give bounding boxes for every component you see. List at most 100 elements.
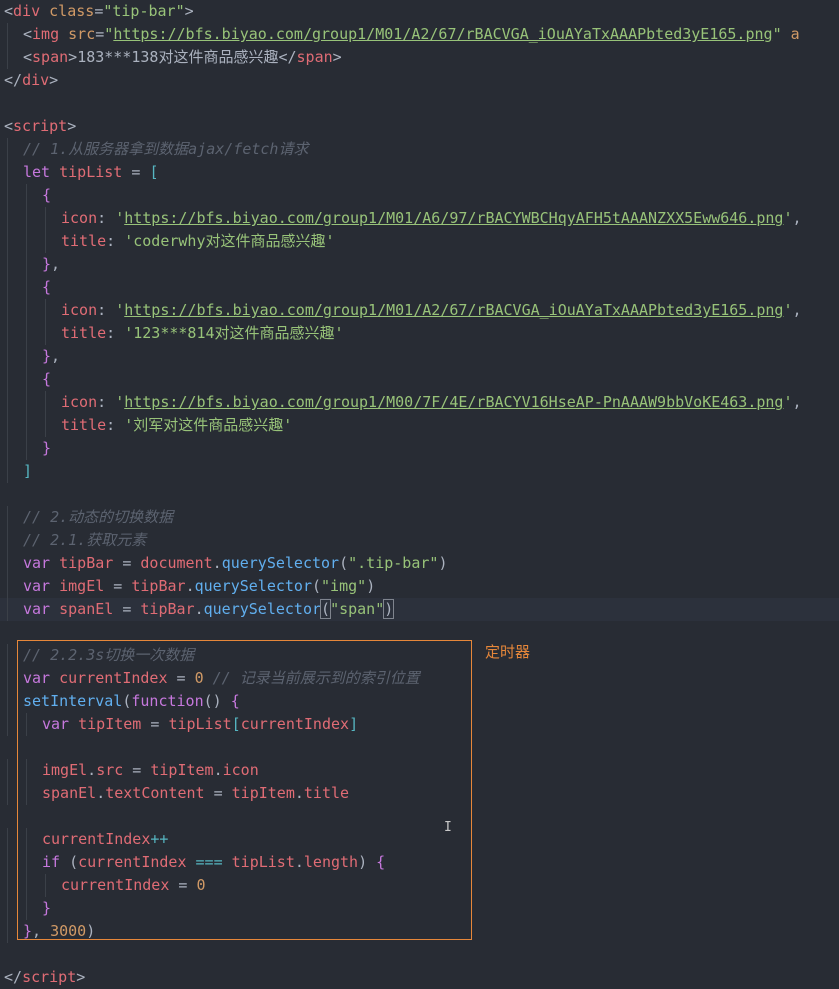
code-token: ( [312, 577, 322, 595]
code-token: ) [383, 599, 395, 619]
code-token: ' [115, 393, 125, 411]
code-line[interactable]: // 2.动态的切换数据 [0, 506, 839, 529]
indent-guide [7, 46, 8, 69]
code-token: '123***814对这件商品感兴趣' [124, 324, 344, 342]
code-token: > [76, 968, 86, 986]
code-token: } [42, 439, 52, 457]
code-line[interactable]: var imgEl = tipBar.querySelector("img") [0, 575, 839, 598]
code-line[interactable]: </div> [0, 69, 839, 92]
code-token: let [23, 163, 51, 181]
code-line[interactable]: <script> [0, 115, 839, 138]
indent-guide [7, 184, 8, 207]
indent-guide [7, 713, 8, 736]
code-line[interactable]: }, [0, 345, 839, 368]
indent-guide [7, 253, 8, 276]
code-line[interactable]: <div class="tip-bar"> [0, 0, 839, 23]
code-token: ' [115, 209, 125, 227]
code-token: span [32, 48, 69, 66]
indent-guide [26, 368, 27, 391]
code-line[interactable]: ] [0, 460, 839, 483]
code-content: icon: 'https://bfs.biyao.com/group1/M00/… [61, 391, 802, 414]
code-line[interactable]: { [0, 184, 839, 207]
code-token: script [13, 117, 68, 135]
code-line[interactable]: { [0, 276, 839, 299]
code-token: "tip-bar" [103, 2, 185, 20]
code-token: : [97, 301, 116, 319]
code-content: { [42, 368, 51, 391]
code-content: title: '刘军对这件商品感兴趣' [61, 414, 292, 437]
code-content: <div class="tip-bar"> [4, 0, 194, 23]
code-token: { [42, 186, 52, 204]
code-line[interactable] [0, 92, 839, 115]
code-token: < [23, 25, 33, 43]
code-token: src [68, 25, 96, 43]
code-token: https://bfs.biyao.com/group1/M00/7F/4E/r… [124, 393, 784, 411]
code-token: var [23, 554, 51, 572]
code-line[interactable]: var spanEl = tipBar.querySelector("span"… [0, 598, 839, 621]
code-line[interactable]: } [0, 437, 839, 460]
code-token: a [790, 25, 800, 43]
code-line[interactable]: <img src="https://bfs.biyao.com/group1/M… [0, 23, 839, 46]
code-line[interactable]: <span>183***138对这件商品感兴趣</span> [0, 46, 839, 69]
code-token: script [22, 968, 77, 986]
indent-guide [7, 322, 8, 345]
indent-guide [26, 414, 27, 437]
code-token: https://bfs.biyao.com/group1/M01/A2/67/r… [113, 25, 773, 43]
indent-guide [7, 437, 8, 460]
code-line[interactable]: title: '123***814对这件商品感兴趣' [0, 322, 839, 345]
code-content: title: '123***814对这件商品感兴趣' [61, 322, 344, 345]
code-line[interactable]: icon: 'https://bfs.biyao.com/group1/M01/… [0, 299, 839, 322]
code-token: = [113, 554, 141, 572]
indent-guide [7, 851, 8, 874]
code-token: ".tip-bar" [348, 554, 439, 572]
code-token: div [13, 2, 41, 20]
code-line[interactable]: // 1.从服务器拿到数据ajax/fetch请求 [0, 138, 839, 161]
code-token: ' [783, 301, 793, 319]
code-line[interactable]: // 2.1.获取元素 [0, 529, 839, 552]
code-content: ] [23, 460, 32, 483]
code-line[interactable]: title: '刘军对这件商品感兴趣' [0, 414, 839, 437]
code-line[interactable]: }, [0, 253, 839, 276]
code-token: . [194, 600, 204, 618]
indent-guide [45, 230, 46, 253]
code-line[interactable] [0, 483, 839, 506]
code-token: "span" [330, 600, 385, 618]
code-content: <img src="https://bfs.biyao.com/group1/M… [23, 23, 800, 46]
code-token: , [792, 393, 802, 411]
code-line[interactable]: var tipBar = document.querySelector(".ti… [0, 552, 839, 575]
code-content: }, [42, 253, 60, 276]
code-content: }, [42, 345, 60, 368]
code-line[interactable]: icon: 'https://bfs.biyao.com/group1/M00/… [0, 391, 839, 414]
code-token: , [51, 255, 61, 273]
code-line[interactable]: title: 'coderwhy对这件商品感兴趣' [0, 230, 839, 253]
code-token: </ [4, 968, 23, 986]
indent-guide [7, 575, 8, 598]
code-line[interactable]: icon: 'https://bfs.biyao.com/group1/M01/… [0, 207, 839, 230]
code-token: > [49, 71, 59, 89]
code-line[interactable]: { [0, 368, 839, 391]
code-content: <script> [4, 115, 76, 138]
code-token: { [42, 278, 52, 296]
code-content: // 1.从服务器拿到数据ajax/fetch请求 [23, 138, 308, 161]
indent-guide [7, 207, 8, 230]
code-line[interactable] [0, 943, 839, 966]
code-token: 183***138对这件商品感兴趣 [77, 48, 279, 66]
code-token: > [67, 117, 77, 135]
code-token: div [22, 71, 50, 89]
code-content: var spanEl = tipBar.querySelector("span"… [23, 598, 395, 621]
indent-guide [7, 345, 8, 368]
annotation-label: 定时器 [485, 643, 531, 661]
code-content: var tipBar = document.querySelector(".ti… [23, 552, 447, 575]
indent-guide [26, 184, 27, 207]
code-token: = [104, 577, 132, 595]
code-line[interactable]: let tipList = [ [0, 161, 839, 184]
code-token: document [140, 554, 213, 572]
code-token: > [332, 48, 342, 66]
indent-guide [7, 391, 8, 414]
indent-guide [7, 644, 8, 667]
indent-guide [7, 368, 8, 391]
code-token: // 2.动态的切换数据 [23, 508, 174, 526]
